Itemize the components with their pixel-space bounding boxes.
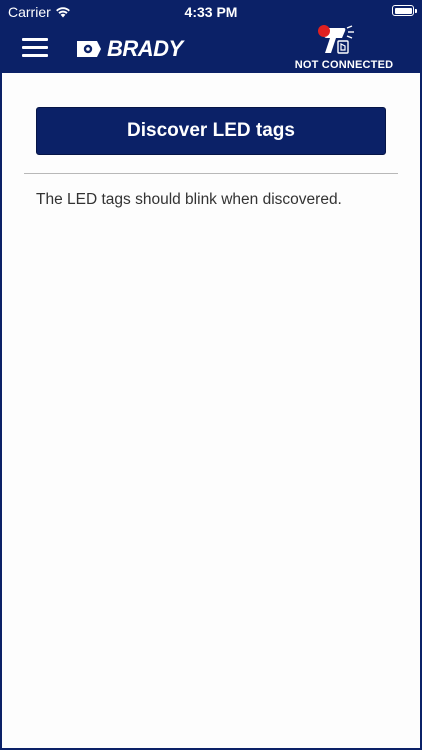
- status-time: 4:33 PM: [184, 4, 238, 20]
- brand-name: BRADY: [107, 36, 183, 61]
- discover-led-tags-button[interactable]: Discover LED tags: [36, 107, 386, 155]
- brady-logo-mark-icon: [77, 41, 101, 57]
- hamburger-menu-icon: [22, 38, 48, 41]
- menu-button[interactable]: [22, 38, 48, 58]
- nav-bar: BRADY NOT CONNECTED: [0, 24, 422, 73]
- discover-hint-text: The LED tags should blink when discovere…: [36, 191, 342, 208]
- status-bar: Carrier 4:33 PM: [0, 0, 422, 24]
- rfid-scanner-icon: [318, 25, 354, 54]
- divider: [24, 173, 398, 174]
- connection-status[interactable]: NOT CONNECTED: [294, 24, 394, 73]
- brand-logo: BRADY: [76, 38, 183, 60]
- battery-icon: [392, 5, 417, 16]
- connection-label: NOT CONNECTED: [294, 59, 394, 71]
- main-content: Discover LED tags The LED tags should bl…: [2, 73, 420, 748]
